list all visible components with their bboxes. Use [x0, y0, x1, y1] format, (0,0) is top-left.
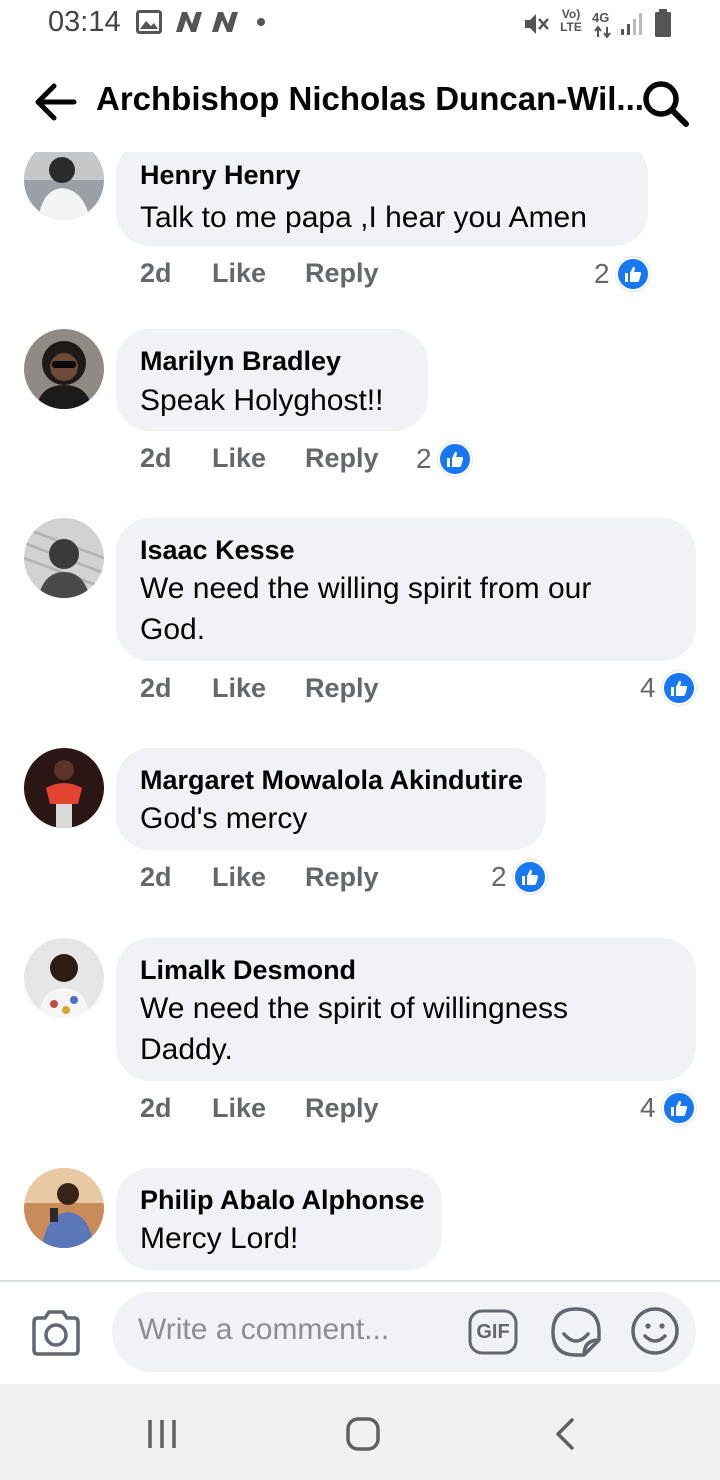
comment-time: 2d — [140, 258, 172, 288]
reaction-count: 2 — [491, 861, 507, 892]
comment-time: 2d — [140, 1093, 172, 1123]
comment-item: Isaac Kesse We need the willing spirit f… — [0, 518, 720, 718]
comment-time: 2d — [140, 673, 172, 703]
reply-button[interactable]: Reply — [305, 443, 379, 474]
comment-actions: 2d Like Reply — [140, 1093, 500, 1133]
comment-author[interactable]: Margaret Mowalola Akindutire — [140, 765, 523, 796]
reaction-summary[interactable]: 4 — [640, 670, 696, 706]
comment-bubble[interactable]: Isaac Kesse We need the willing spirit f… — [116, 518, 696, 661]
comment-composer: Write a comment... GIF — [0, 1282, 720, 1384]
gif-label: GIF — [476, 1321, 510, 1343]
comment-actions: 2d Like Reply — [140, 673, 500, 713]
reaction-count: 4 — [640, 1092, 656, 1123]
reaction-summary[interactable]: 2 — [594, 256, 650, 292]
like-button[interactable]: Like — [212, 673, 266, 704]
reply-button[interactable]: Reply — [305, 673, 379, 704]
avatar[interactable] — [24, 518, 104, 598]
system-nav-bar — [0, 1384, 720, 1480]
comment-bubble[interactable]: Philip Abalo Alphonse Mercy Lord! — [116, 1168, 442, 1270]
network-label: Vo) LTE — [560, 7, 582, 34]
comment-author[interactable]: Marilyn Bradley — [140, 346, 341, 377]
comment-bubble[interactable]: Margaret Mowalola Akindutire God's mercy — [116, 748, 546, 850]
mute-icon — [525, 14, 549, 34]
comment-text: Talk to me papa ,I hear you Amen — [140, 201, 587, 234]
gif-button[interactable]: GIF — [468, 1309, 518, 1355]
avatar[interactable] — [24, 329, 104, 409]
like-button[interactable]: Like — [212, 443, 266, 474]
like-reaction-icon — [437, 442, 472, 476]
page-title: Archbishop Nicholas Duncan-Wil... — [96, 80, 644, 117]
signal-icon — [621, 13, 642, 35]
like-reaction-icon — [512, 860, 547, 894]
like-reaction-icon — [661, 671, 696, 705]
like-reaction-icon — [615, 257, 650, 291]
avatar[interactable] — [24, 152, 104, 220]
reaction-count: 2 — [594, 258, 610, 289]
avatar[interactable] — [24, 938, 104, 1018]
dot-icon — [257, 18, 265, 26]
comment-text-line: Daddy. — [140, 1033, 233, 1066]
comment-item: Marilyn Bradley Speak Holyghost!! 2d Lik… — [0, 329, 720, 489]
comment-bubble[interactable]: Limalk Desmond We need the spirit of wil… — [116, 938, 696, 1081]
arrow-left-icon[interactable] — [28, 78, 84, 126]
comment-bubble[interactable]: Henry Henry Talk to me papa ,I hear you … — [116, 152, 648, 246]
comment-input-placeholder: Write a comment... — [138, 1313, 390, 1346]
home-icon[interactable] — [343, 1414, 383, 1454]
comment-text: We need the willing spirit from our — [140, 572, 592, 605]
camera-icon[interactable] — [30, 1308, 82, 1358]
comment-item: Henry Henry Talk to me papa ,I hear you … — [0, 152, 720, 300]
comment-item: Margaret Mowalola Akindutire God's mercy… — [0, 748, 720, 908]
comment-time: 2d — [140, 862, 172, 892]
avatar[interactable] — [24, 748, 104, 828]
image-icon — [136, 10, 162, 34]
reaction-summary[interactable]: 4 — [640, 1090, 696, 1126]
comment-text-line: God. — [140, 613, 206, 646]
comment-actions: 2d Like Reply — [140, 862, 500, 902]
comment-author[interactable]: Henry Henry — [140, 160, 301, 191]
sticker-icon[interactable] — [550, 1306, 602, 1358]
comment-author[interactable]: Philip Abalo Alphonse — [140, 1185, 425, 1216]
like-reaction-icon — [661, 1091, 696, 1125]
reply-button[interactable]: Reply — [305, 258, 379, 289]
reaction-count: 2 — [416, 443, 432, 474]
status-time: 03:14 — [48, 6, 121, 38]
comment-list: Henry Henry Talk to me papa ,I hear you … — [0, 152, 720, 1280]
data-label: 4G — [592, 10, 610, 25]
battery-icon — [655, 9, 671, 37]
comment-text: God's mercy — [140, 802, 308, 835]
like-button[interactable]: Like — [212, 1093, 266, 1124]
emoji-icon[interactable] — [630, 1306, 680, 1356]
comment-item: Philip Abalo Alphonse Mercy Lord! — [0, 1168, 720, 1280]
reply-button[interactable]: Reply — [305, 1093, 379, 1124]
avatar[interactable] — [24, 1168, 104, 1248]
comment-bubble[interactable]: Marilyn Bradley Speak Holyghost!! — [116, 329, 428, 431]
search-icon[interactable] — [638, 76, 692, 130]
recent-apps-icon[interactable] — [142, 1414, 182, 1454]
data-arrows-icon — [594, 26, 611, 38]
comment-input[interactable]: Write a comment... GIF — [112, 1292, 696, 1372]
notification-n-icon — [212, 12, 238, 32]
reaction-summary[interactable]: 2 — [416, 441, 472, 477]
reply-button[interactable]: Reply — [305, 862, 379, 893]
app-header: Archbishop Nicholas Duncan-Wil... — [0, 60, 720, 144]
status-bar: 03:14 Vo) LTE 4G — [0, 0, 720, 52]
comment-author[interactable]: Limalk Desmond — [140, 955, 356, 986]
comment-item: Limalk Desmond We need the spirit of wil… — [0, 938, 720, 1138]
notification-n-icon — [176, 12, 202, 32]
like-button[interactable]: Like — [212, 862, 266, 893]
comment-text: We need the spirit of willingness — [140, 992, 568, 1025]
comment-time: 2d — [140, 443, 172, 473]
comment-author[interactable]: Isaac Kesse — [140, 535, 295, 566]
comment-text: Mercy Lord! — [140, 1222, 299, 1255]
reaction-count: 4 — [640, 672, 656, 703]
back-icon[interactable] — [546, 1414, 586, 1454]
like-button[interactable]: Like — [212, 258, 266, 289]
comment-text: Speak Holyghost!! — [140, 384, 384, 417]
reaction-summary[interactable]: 2 — [491, 859, 547, 895]
